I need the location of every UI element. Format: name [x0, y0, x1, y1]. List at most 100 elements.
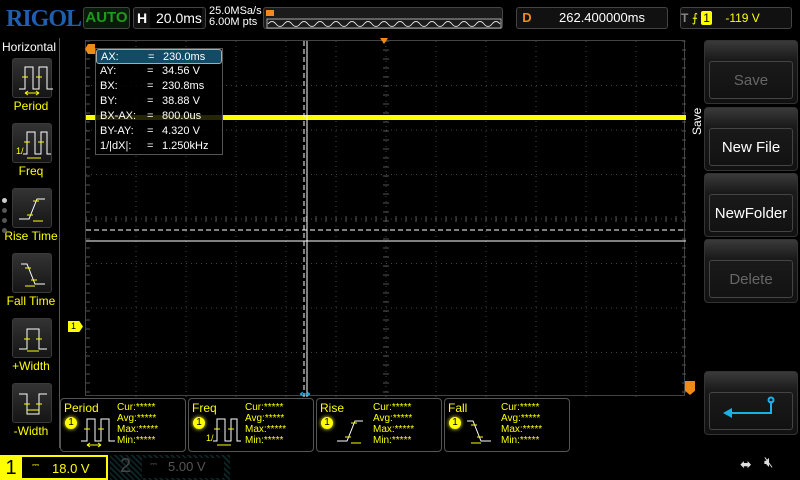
menu-delete-button[interactable]: Delete	[704, 239, 798, 303]
sidebar-title: Horizontal	[2, 40, 57, 54]
measure-nw-label: -Width	[13, 424, 49, 438]
measure-rise-label: Rise Time	[4, 229, 58, 243]
measurement-cur: Cur:*****	[501, 402, 540, 413]
menu-title: Save	[690, 107, 704, 135]
fall-waveform-icon	[467, 420, 491, 444]
measurement-cur: Cur:*****	[117, 402, 156, 413]
measure-pw-button[interactable]	[12, 318, 52, 358]
fall-waveform-icon	[21, 263, 45, 287]
cursor-value: 38.88 V	[162, 95, 200, 107]
channel-2-number: 2	[120, 455, 132, 477]
dc-coupling-icon: ⎓	[32, 460, 40, 470]
svg-text:1/: 1/	[16, 146, 24, 156]
measurement-avg: Avg:*****	[245, 413, 285, 424]
measure-rise-button[interactable]	[12, 188, 52, 228]
measurement-rise[interactable]: Rise 1 Cur:***** Avg:***** Max:***** Min:****…	[316, 398, 442, 452]
cursor-row: BY: = 38.88 V	[96, 94, 222, 109]
cursor-row: BX-AX: = 800.0us	[96, 109, 222, 124]
memory-depth: 6.00M pts	[209, 16, 258, 28]
measurement-min: Min:*****	[501, 435, 540, 446]
cursor-row: BX: = 230.8ms	[96, 79, 222, 94]
period-waveform-icon	[81, 418, 115, 448]
cursor-value: 34.56 V	[162, 65, 200, 77]
delay-box[interactable]: D 262.400000ms	[516, 7, 668, 29]
equals: =	[148, 51, 155, 63]
measurement-avg: Avg:*****	[501, 413, 541, 424]
rise-waveform-icon	[337, 420, 363, 444]
sound-muted-icon[interactable]: 🔇︎	[764, 454, 773, 471]
cursor-arrow-icon	[299, 391, 311, 397]
rise-waveform-icon	[19, 198, 45, 222]
measurement-freq[interactable]: Freq 1 1/Cur:***** Avg:***** Max:***** Min:**…	[188, 398, 314, 452]
cursor-row: AY: = 34.56 V	[96, 64, 222, 79]
freq-waveform-icon: 1/	[16, 131, 51, 159]
measurement-max: Max:*****	[501, 424, 543, 435]
period-waveform-icon	[19, 66, 53, 96]
menu-title-tab: Save	[688, 40, 704, 360]
cursor-key: BX:	[100, 80, 118, 92]
svg-text:1/: 1/	[206, 433, 214, 443]
measurement-max: Max:*****	[373, 424, 415, 435]
trigger-box[interactable]: T ⨍ 1 -119 V	[680, 7, 792, 29]
cursor-value: 1.250kHz	[162, 140, 209, 152]
measurement-min: Min:*****	[117, 435, 156, 446]
measurement-avg: Avg:*****	[373, 413, 413, 424]
measurement-cur: Cur:*****	[373, 402, 412, 413]
measurement-min: Min:*****	[245, 435, 284, 446]
measure-freq-label: Freq	[18, 164, 44, 178]
equals: =	[147, 140, 154, 152]
acquisition-info: 25.0MSa/s 6.00M pts	[209, 6, 262, 28]
page-indicator-dots	[2, 198, 7, 238]
dc-coupling-icon: ⎓	[150, 459, 158, 469]
cursor-key: BY:	[100, 95, 118, 107]
measure-pw-label: +Width	[12, 359, 50, 373]
cursor-key: AX:	[101, 51, 119, 63]
measure-nw-button[interactable]	[12, 383, 52, 423]
cursor-row[interactable]: AX: = 230.0ms	[96, 49, 222, 64]
waveform-overview-icon	[266, 10, 502, 29]
measure-fall-label: Fall Time	[6, 294, 56, 308]
cursor-key: BX-AX:	[100, 110, 137, 122]
channel-2-indicator[interactable]: 2 ⎓ 5.00 V	[110, 455, 230, 480]
menu-save-button[interactable]: Save	[704, 40, 798, 104]
measurement-max: Max:*****	[245, 424, 287, 435]
back-arrow-icon	[723, 396, 775, 418]
measurement-max: Max:*****	[117, 424, 159, 435]
menu-button-label: NewFolder	[709, 194, 793, 232]
cursor-row: 1/|dX|: = 1.250kHz	[96, 139, 222, 154]
menu-button-label: Save	[709, 61, 793, 99]
cursor-value: 800.0us	[162, 110, 202, 122]
ch1-offset-marker[interactable]: 1	[68, 321, 83, 332]
measurement-period[interactable]: Period 1 Cur:***** Avg:***** Max:***** Min:**…	[60, 398, 186, 452]
cursor-value: 4.320 V	[162, 125, 200, 137]
cursor-key: 1/|dX|:	[100, 140, 132, 152]
trigger-label: T	[681, 11, 689, 25]
cursor-value: 230.8ms	[162, 80, 205, 92]
rigol-logo: RIGOL	[6, 6, 82, 32]
back-button[interactable]	[704, 371, 798, 435]
channel-1-indicator[interactable]: 1 ⎓ 18.0 V	[0, 455, 108, 480]
menu-new-file-button[interactable]: New File	[704, 107, 798, 171]
measure-fall-button[interactable]	[12, 253, 52, 293]
menu-button-label: Delete	[709, 260, 793, 298]
timebase-box[interactable]: H 20.0ms	[133, 7, 206, 29]
measurement-fall[interactable]: Fall 1 Cur:***** Avg:***** Max:***** Min:****…	[444, 398, 570, 452]
menu-button-label: New File	[709, 128, 793, 166]
measure-freq-button[interactable]: 1/	[12, 123, 52, 163]
pw-waveform-icon	[19, 328, 47, 352]
equals: =	[147, 125, 154, 137]
channel-2-scale: 5.00 V	[168, 459, 206, 474]
measurement-min: Min:*****	[373, 435, 412, 446]
rising-edge-icon: ⨍	[691, 11, 698, 25]
run-state-badge[interactable]: AUTO	[83, 7, 130, 29]
equals: =	[147, 95, 154, 107]
delay-value: 262.400000ms	[559, 10, 646, 25]
cursor-key: AY:	[100, 65, 117, 77]
nw-waveform-icon	[19, 393, 47, 415]
measure-period-button[interactable]	[12, 58, 53, 98]
freq-waveform-icon: 1/	[206, 418, 241, 446]
trigger-level-marker[interactable]	[685, 381, 695, 395]
memory-overview[interactable]	[263, 7, 503, 29]
measure-period-label: Period	[13, 99, 49, 113]
menu-newfolder-button[interactable]: NewFolder	[704, 173, 798, 237]
